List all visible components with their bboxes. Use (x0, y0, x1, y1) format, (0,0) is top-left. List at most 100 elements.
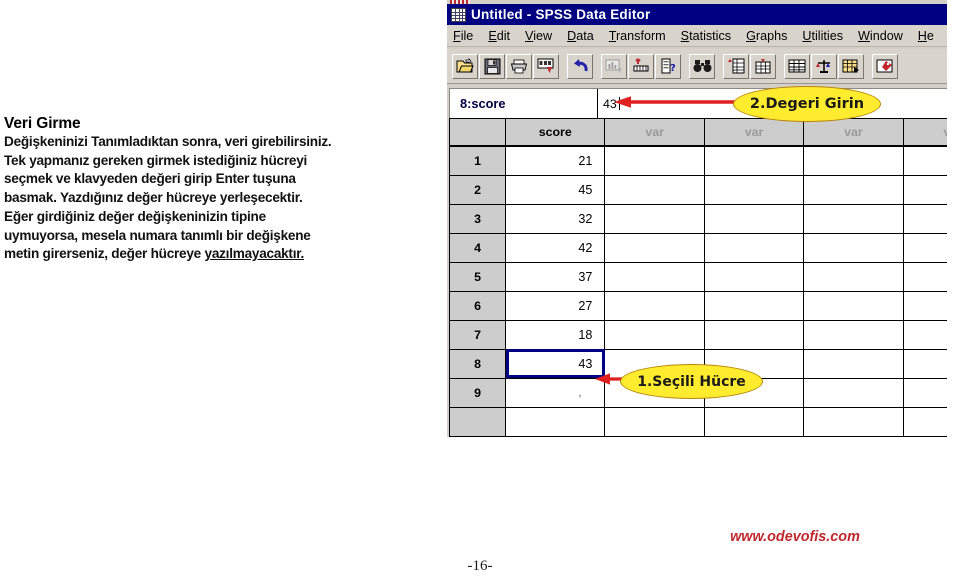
data-cell-empty[interactable] (604, 175, 705, 205)
row-number[interactable]: 3 (450, 204, 507, 234)
document-text-block: Veri Girme Değişkeninizi Tanımladıktan s… (4, 114, 404, 264)
data-cell-empty[interactable] (803, 175, 904, 205)
data-cell-score[interactable]: 27 (505, 291, 606, 321)
menu-item-window[interactable]: Window (858, 29, 903, 43)
row-number[interactable]: 5 (450, 262, 507, 292)
data-cell-empty[interactable] (604, 291, 705, 321)
table-row: 6 27 (450, 291, 947, 321)
column-header-score[interactable]: score (505, 119, 606, 147)
data-cell-empty[interactable] (803, 320, 904, 350)
data-cell-empty[interactable] (704, 204, 805, 234)
data-cell-empty[interactable] (803, 407, 904, 437)
row-number[interactable]: 4 (450, 233, 507, 263)
data-cell-empty[interactable] (704, 291, 805, 321)
data-cell-empty[interactable] (604, 204, 705, 234)
menu-item-graphs[interactable]: Graphs (746, 29, 787, 43)
data-cell-score[interactable]: 42 (505, 233, 606, 263)
data-cell-empty[interactable] (704, 233, 805, 263)
data-cell-empty[interactable] (803, 378, 904, 408)
data-cell-empty[interactable] (704, 407, 805, 437)
find-icon[interactable] (689, 53, 715, 79)
goto-case-icon[interactable] (628, 53, 654, 79)
toolbar-group-insert (723, 53, 777, 79)
data-cell-empty[interactable] (903, 204, 947, 234)
data-cell-score[interactable]: 18 (505, 320, 606, 350)
data-cell-empty[interactable] (604, 233, 705, 263)
document-paragraph: Değişkeninizi Tanımladıktan sonra, veri … (4, 133, 404, 264)
data-cell-score[interactable]: 32 (505, 204, 606, 234)
print-icon[interactable] (506, 53, 532, 79)
menu-item-view[interactable]: View (525, 29, 552, 43)
insert-case-icon[interactable] (723, 53, 749, 79)
column-header-var-4[interactable]: var (903, 119, 947, 147)
data-cell-empty[interactable] (604, 320, 705, 350)
undo-icon[interactable] (567, 53, 593, 79)
data-cell-empty[interactable] (803, 291, 904, 321)
variables-info-icon[interactable]: ? (655, 53, 681, 79)
column-header-var-2[interactable]: var (704, 119, 805, 147)
menu-item-transform[interactable]: Transform (609, 29, 666, 43)
toolbar: ? (447, 49, 947, 84)
save-file-icon[interactable] (479, 53, 505, 79)
data-cell-empty[interactable] (903, 146, 947, 176)
callout-enter-value: 2.Degeri Girin (733, 86, 881, 122)
data-cell-empty[interactable] (903, 175, 947, 205)
weight-cases-icon[interactable] (811, 53, 837, 79)
data-cell-empty[interactable] (903, 407, 947, 437)
row-number[interactable]: 7 (450, 320, 507, 350)
data-cell-empty[interactable] (604, 146, 705, 176)
data-cell-selected[interactable]: 43 (505, 349, 606, 379)
menu-item-file[interactable]: File (453, 29, 473, 43)
data-cell-empty[interactable] (903, 378, 947, 408)
column-header-var-3[interactable]: var (803, 119, 904, 147)
recall-dialog-icon[interactable] (533, 53, 559, 79)
data-cell-empty[interactable] (803, 204, 904, 234)
data-cell-score[interactable]: 21 (505, 146, 606, 176)
data-cell-empty[interactable] (704, 175, 805, 205)
select-cases-icon[interactable] (838, 53, 864, 79)
data-cell-empty[interactable] (903, 349, 947, 379)
row-number[interactable]: 9 (450, 378, 507, 408)
data-cell-score[interactable]: 37 (505, 262, 606, 292)
data-cell-empty[interactable] (704, 146, 805, 176)
column-header-var-1[interactable]: var (604, 119, 705, 147)
data-cell-empty[interactable] (903, 291, 947, 321)
data-cell-empty[interactable] (704, 262, 805, 292)
data-cell-empty[interactable] (803, 262, 904, 292)
data-cell-empty[interactable] (803, 146, 904, 176)
data-cell-empty[interactable] (604, 262, 705, 292)
menu-item-statistics[interactable]: Statistics (681, 29, 731, 43)
row-number[interactable]: 6 (450, 291, 507, 321)
menu-item-edit[interactable]: Edit (488, 29, 510, 43)
row-number[interactable]: 2 (450, 175, 507, 205)
table-row: 3 32 (450, 204, 947, 234)
split-file-icon[interactable] (784, 53, 810, 79)
data-cell-empty[interactable] (803, 349, 904, 379)
row-number[interactable] (450, 407, 507, 437)
data-cell-empty[interactable] (903, 320, 947, 350)
row-number[interactable]: 8 (450, 349, 507, 379)
data-cell-score[interactable]: , (505, 378, 606, 408)
page-number: -16- (467, 558, 493, 574)
data-cell-score[interactable]: 45 (505, 175, 606, 205)
paragraph-underlined-text: yazılmayacaktır. (204, 246, 305, 262)
data-cell-empty[interactable] (704, 320, 805, 350)
insert-variable-icon[interactable] (750, 53, 776, 79)
data-cell-empty[interactable] (803, 233, 904, 263)
menu-item-help[interactable]: He (918, 29, 934, 43)
table-row: 7 18 (450, 320, 947, 350)
value-labels-icon[interactable] (872, 53, 898, 79)
data-cell-empty[interactable] (903, 233, 947, 263)
menu-item-data[interactable]: Data (567, 29, 594, 43)
grid-corner (450, 119, 507, 147)
open-file-icon[interactable] (452, 53, 478, 79)
menu-item-utilities[interactable]: Utilities (802, 29, 843, 43)
table-row (450, 407, 947, 437)
paragraph-line-7: metin girerseniz, değer hücreye (4, 246, 205, 262)
data-cell-empty[interactable] (505, 407, 606, 437)
watermark: www.odevofis.com (730, 529, 860, 545)
data-cell-empty[interactable] (903, 262, 947, 292)
row-number[interactable]: 1 (450, 146, 507, 176)
data-cell-empty[interactable] (604, 407, 705, 437)
goto-chart-icon[interactable] (601, 53, 627, 79)
